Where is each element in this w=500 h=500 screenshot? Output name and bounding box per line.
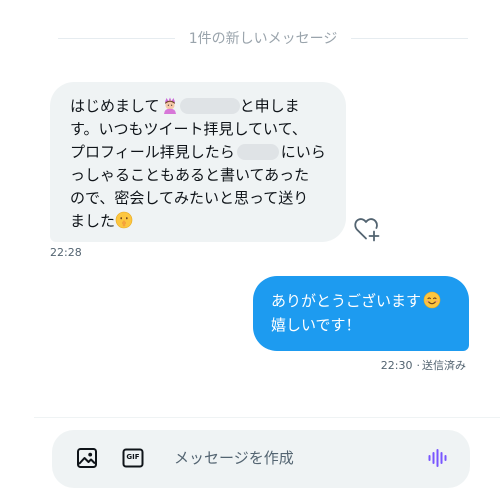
message-text: と申しま — [239, 97, 300, 115]
new-messages-divider: 1件の新しいメッセージ — [58, 28, 469, 48]
message-input[interactable] — [174, 449, 394, 467]
voice-message-button[interactable] — [427, 447, 449, 473]
heart-add-icon — [354, 218, 380, 242]
message-text: にいら — [280, 143, 326, 161]
voice-icon — [428, 449, 447, 467]
message-text: はじめまして — [70, 97, 160, 115]
sent-message-bubble[interactable]: ありがとうございます 嬉しいです！ — [253, 276, 469, 351]
received-message-bubble[interactable]: はじめまして と申しま す。いつもツイート拝見していて、 プロフィール拝見したら… — [50, 82, 346, 242]
redacted-name — [179, 98, 240, 114]
message-text: プロフィール拝見したら — [70, 143, 235, 161]
sent-timestamp: 22:30 — [380, 359, 413, 372]
gif-label: GIF — [126, 453, 140, 461]
message-line: 嬉しいです！ — [271, 316, 361, 334]
message-text: ありがとうございます — [271, 292, 422, 310]
message-line: プロフィール拝見したら にいら — [70, 141, 328, 164]
received-timestamp: 22:28 — [50, 246, 82, 259]
divider-line-left — [58, 37, 175, 39]
new-messages-label: 1件の新しいメッセージ — [188, 31, 338, 47]
media-button[interactable] — [76, 447, 98, 473]
react-button[interactable] — [353, 216, 383, 242]
message-line: はじめまして と申しま — [70, 95, 328, 118]
image-icon — [77, 448, 97, 468]
sent-meta: 22:30 · 送信済み — [381, 357, 466, 373]
meta-separator: · — [416, 359, 421, 372]
message-line: っしゃることもあると書いてあった — [70, 166, 310, 184]
composer-divider — [34, 417, 500, 418]
message-line: ありがとうございます — [271, 289, 453, 313]
message-line: ました — [70, 210, 328, 233]
shushing-face-emoji — [115, 211, 133, 229]
smiling-face-emoji — [423, 291, 441, 309]
redacted-location — [236, 144, 279, 160]
message-text: ました — [70, 212, 116, 230]
princess-emoji — [163, 97, 176, 114]
message-composer: GIF — [52, 430, 470, 488]
divider-line-right — [351, 37, 469, 39]
gif-button[interactable]: GIF — [122, 448, 144, 472]
message-line: ので、密会してみたいと思って送り — [70, 189, 309, 207]
message-line: す。いつもツイート拝見していて、 — [70, 120, 307, 138]
sent-status: 送信済み — [422, 359, 466, 372]
